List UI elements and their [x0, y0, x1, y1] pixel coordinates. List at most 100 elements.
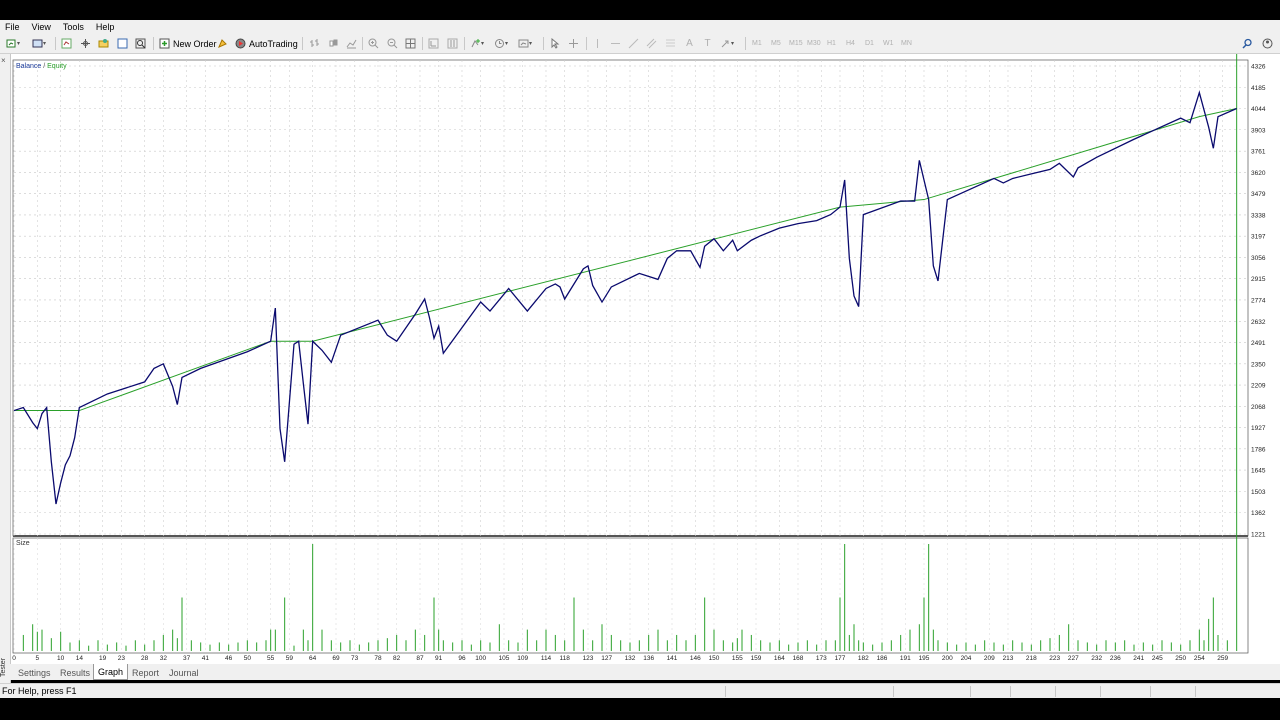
tile-windows-icon	[405, 38, 416, 49]
close-icon[interactable]: ×	[1, 56, 6, 65]
x-tick-label: 5	[36, 655, 40, 662]
text-button[interactable]: A	[684, 37, 695, 50]
x-tick-label: 23	[118, 655, 126, 662]
x-tick-label: 32	[160, 655, 168, 662]
timeframe-mn[interactable]: MN	[901, 37, 912, 50]
x-tick-label: 105	[499, 655, 510, 662]
new-order-button[interactable]: New Order	[159, 37, 217, 50]
equidistant-channel-button[interactable]	[646, 37, 657, 50]
x-tick-label: 37	[183, 655, 191, 662]
x-tick-label: 109	[517, 655, 528, 662]
tab-results[interactable]: Results	[56, 666, 94, 679]
menu-tools[interactable]: Tools	[63, 22, 84, 32]
x-tick-label: 59	[286, 655, 294, 662]
navigator-button[interactable]	[98, 37, 109, 50]
new-chart-button[interactable]: ▾	[6, 37, 20, 50]
y-tick-label: 3197	[1251, 234, 1266, 241]
zoom-in-icon	[368, 38, 379, 49]
timeframe-h4[interactable]: H4	[846, 37, 855, 50]
tab-graph[interactable]: Graph	[93, 664, 129, 680]
menu-file[interactable]: File	[5, 22, 20, 32]
bar-chart-button[interactable]	[309, 37, 320, 50]
x-tick-label: 241	[1133, 655, 1144, 662]
x-tick-label: 259	[1217, 655, 1228, 662]
line-chart-button[interactable]	[346, 37, 357, 50]
x-tick-label: 41	[202, 655, 210, 662]
x-tick-label: 223	[1049, 655, 1060, 662]
x-tick-label: 50	[244, 655, 252, 662]
periods-button[interactable]: ▾	[494, 37, 508, 50]
x-tick-label: 114	[541, 655, 552, 662]
timeframe-m5[interactable]: M5	[771, 37, 781, 50]
timeframe-m15[interactable]: M15	[789, 37, 803, 50]
templates-button[interactable]: ▾	[518, 37, 532, 50]
candlestick-icon	[329, 39, 338, 47]
y-tick-label: 1362	[1251, 510, 1266, 517]
tab-report[interactable]: Report	[128, 666, 163, 679]
x-tick-label: 182	[858, 655, 869, 662]
x-tick-label: 82	[393, 655, 401, 662]
y-tick-label: 3479	[1251, 191, 1266, 198]
periods-icon	[495, 39, 504, 48]
x-tick-label: 14	[76, 655, 84, 662]
community-button[interactable]	[1262, 37, 1273, 50]
autotrading-button[interactable]: AutoTrading	[235, 37, 298, 50]
x-tick-label: 55	[267, 655, 275, 662]
cursor-button[interactable]	[549, 37, 560, 50]
zoom-in-button[interactable]	[368, 37, 379, 50]
terminal-button[interactable]	[117, 37, 128, 50]
zoom-out-button[interactable]	[387, 37, 398, 50]
candlestick-button[interactable]	[328, 37, 339, 50]
x-tick-label: 159	[751, 655, 762, 662]
menu-help[interactable]: Help	[96, 22, 115, 32]
profiles-button[interactable]: ▾	[32, 37, 46, 50]
timeframe-h1[interactable]: H1	[827, 37, 836, 50]
y-tick-label: 4185	[1251, 85, 1266, 92]
line-chart-icon	[346, 39, 357, 49]
autotrading-label: AutoTrading	[249, 38, 298, 49]
market-watch-button[interactable]	[61, 37, 72, 50]
timeframe-m30[interactable]: M30	[807, 37, 821, 50]
indicators-button[interactable]: ▾	[470, 37, 484, 50]
text-label-button[interactable]: T	[702, 37, 713, 50]
timeframe-w1[interactable]: W1	[883, 37, 894, 50]
menu-view[interactable]: View	[32, 22, 51, 32]
balance-equity-chart: 4326 4185 4044 3903 3761 3620 3479 3338 3197 3056…	[12, 54, 1266, 662]
tab-settings[interactable]: Settings	[14, 666, 55, 679]
fibonacci-button[interactable]	[665, 37, 676, 50]
tab-journal[interactable]: Journal	[165, 666, 203, 679]
strategy-tester-button[interactable]	[135, 37, 146, 50]
x-tick-label: 73	[351, 655, 359, 662]
x-tick-label: 10	[57, 655, 65, 662]
arrows-button[interactable]: ▾	[720, 37, 734, 50]
y-tick-label: 2491	[1251, 340, 1266, 347]
data-window-button[interactable]	[80, 37, 91, 50]
search-button[interactable]	[1242, 37, 1253, 50]
x-tick-label: 0	[12, 655, 16, 662]
auto-scroll-button[interactable]	[428, 37, 439, 50]
x-tick-label: 96	[458, 655, 466, 662]
tile-windows-button[interactable]	[405, 37, 416, 50]
x-tick-label: 100	[475, 655, 486, 662]
x-tick-label: 191	[900, 655, 911, 662]
y-tick-label: 2774	[1251, 297, 1266, 304]
data-window-icon	[81, 39, 90, 48]
horizontal-line-button[interactable]	[610, 37, 621, 50]
chart-shift-button[interactable]	[447, 37, 458, 50]
menu-bar: File View Tools Help	[0, 20, 1280, 34]
x-tick-label: 195	[919, 655, 930, 662]
vertical-line-button[interactable]	[592, 37, 603, 50]
strategy-tester-icon	[135, 38, 146, 49]
x-tick-label: 132	[625, 655, 636, 662]
trendline-button[interactable]	[628, 37, 639, 50]
crosshair-button[interactable]	[568, 37, 579, 50]
x-tick-label: 150	[709, 655, 720, 662]
size-panel-title: Size	[16, 540, 30, 547]
x-tick-label: 227	[1068, 655, 1079, 662]
x-tick-label: 141	[667, 655, 678, 662]
x-tick-label: 186	[877, 655, 888, 662]
cursor-icon	[551, 38, 560, 49]
timeframe-d1[interactable]: D1	[865, 37, 874, 50]
timeframe-m1[interactable]: M1	[752, 37, 762, 50]
metaeditor-button[interactable]	[217, 37, 228, 50]
